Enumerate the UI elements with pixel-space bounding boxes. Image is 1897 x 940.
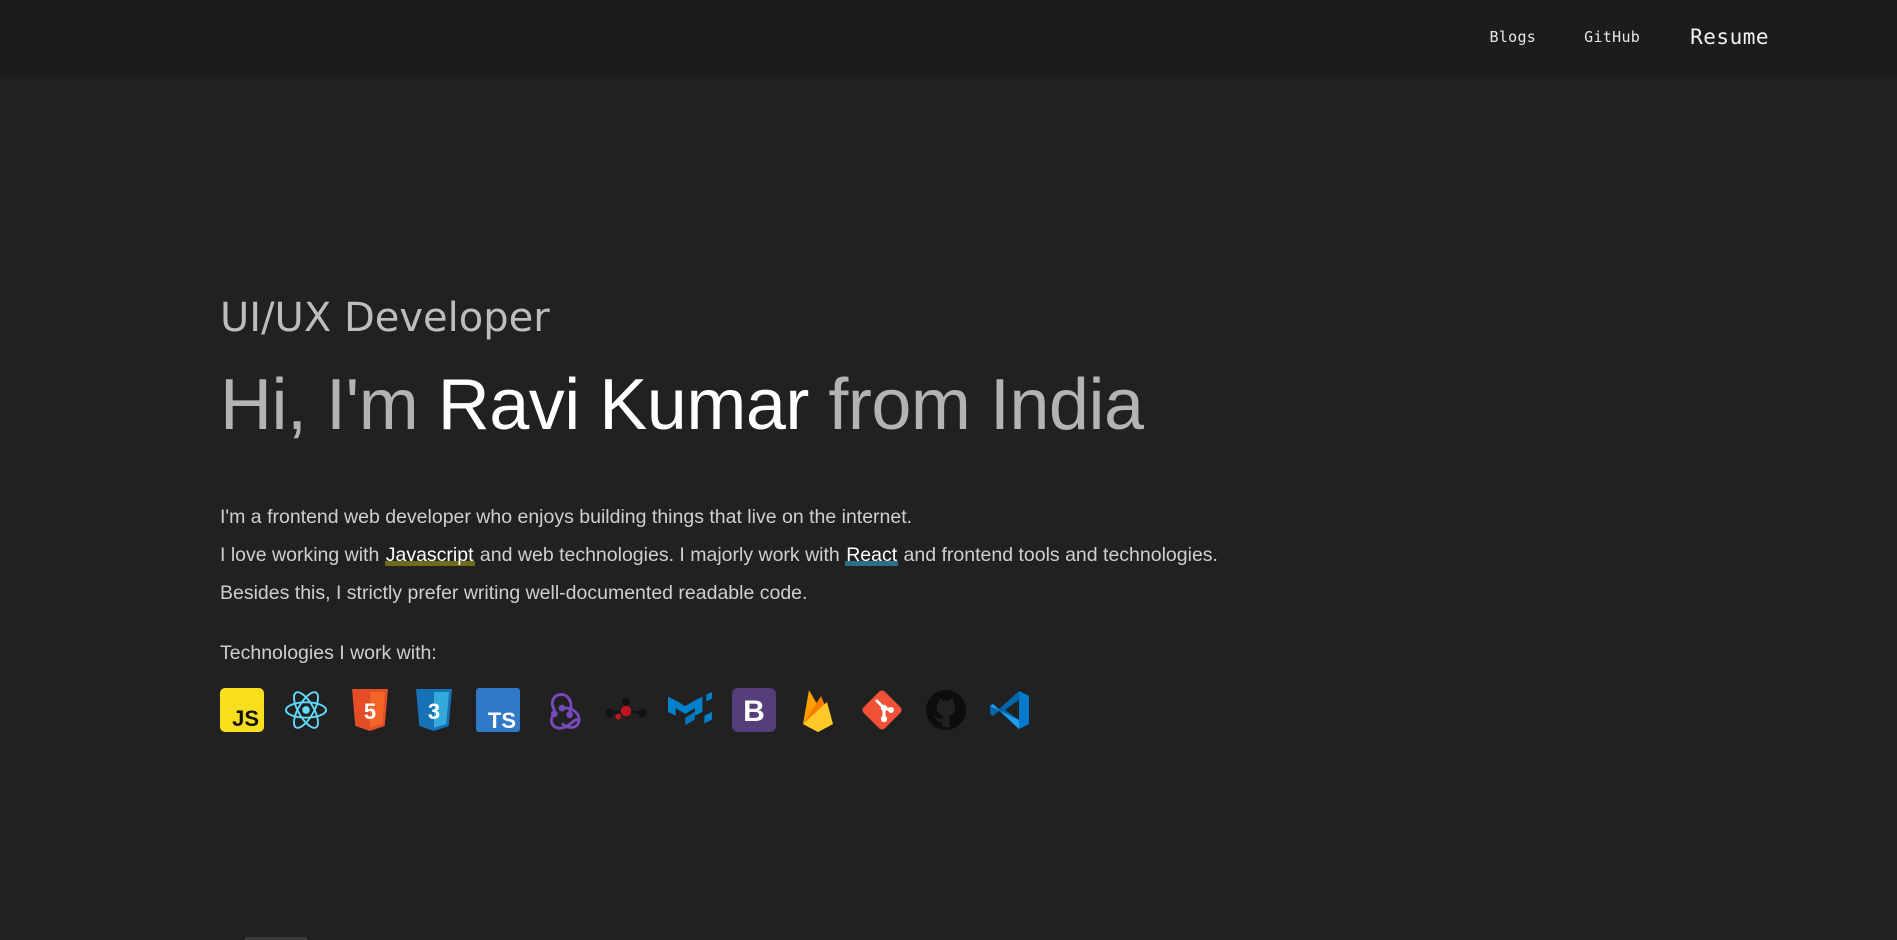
nodes-graph-icon — [604, 688, 648, 732]
github-icon — [924, 688, 968, 732]
html5-icon: 5 — [348, 688, 392, 732]
bio-line-1: I'm a frontend web developer who enjoys … — [220, 506, 913, 528]
bootstrap-icon-label: B — [743, 695, 765, 728]
bootstrap-icon: B — [732, 688, 776, 732]
top-navigation-bar: Blogs GitHub Resume — [0, 0, 1897, 77]
firebase-icon — [796, 688, 840, 732]
headline-location: from India — [808, 365, 1144, 445]
role-title: UI/UX Developer — [220, 295, 550, 341]
technology-icons: JS 5 3 TS B — [220, 688, 1052, 732]
bio-line-2: I love working with Javascript and web t… — [220, 536, 1218, 574]
nav-link-blogs[interactable]: Blogs — [1489, 28, 1536, 46]
typescript-icon-label: TS — [488, 708, 516, 732]
redux-icon — [540, 688, 584, 732]
highlight-react: React — [845, 544, 899, 566]
material-ui-icon — [668, 688, 712, 732]
javascript-icon-label: JS — [232, 706, 259, 731]
main-nav: Blogs GitHub Resume — [1489, 0, 1769, 74]
css3-icon-label: 3 — [428, 699, 440, 724]
vscode-icon — [988, 688, 1032, 732]
nav-link-resume[interactable]: Resume — [1690, 25, 1769, 49]
git-icon — [860, 688, 904, 732]
headline-name: Ravi Kumar — [437, 365, 810, 445]
technologies-heading: Technologies I work with: — [220, 642, 437, 664]
html5-icon-label: 5 — [364, 699, 376, 724]
react-icon — [284, 688, 328, 732]
nav-link-github[interactable]: GitHub — [1584, 28, 1640, 46]
bio-line-2-end: and frontend tools and technologies. — [898, 544, 1218, 566]
bio-line-3: Besides this, I strictly prefer writing … — [220, 582, 808, 604]
typescript-icon: TS — [476, 688, 520, 732]
css3-icon: 3 — [412, 688, 456, 732]
javascript-icon: JS — [220, 688, 264, 732]
bio-text: I'm a frontend web developer who enjoys … — [220, 498, 1218, 612]
bio-line-2-start: I love working with — [220, 544, 385, 566]
bio-line-2-middle: and web technologies. I majorly work wit… — [474, 544, 846, 566]
highlight-javascript: Javascript — [384, 544, 475, 566]
headline: Hi, I'm Ravi Kumar from India — [220, 364, 1144, 446]
headline-greeting: Hi, I'm — [220, 365, 438, 445]
